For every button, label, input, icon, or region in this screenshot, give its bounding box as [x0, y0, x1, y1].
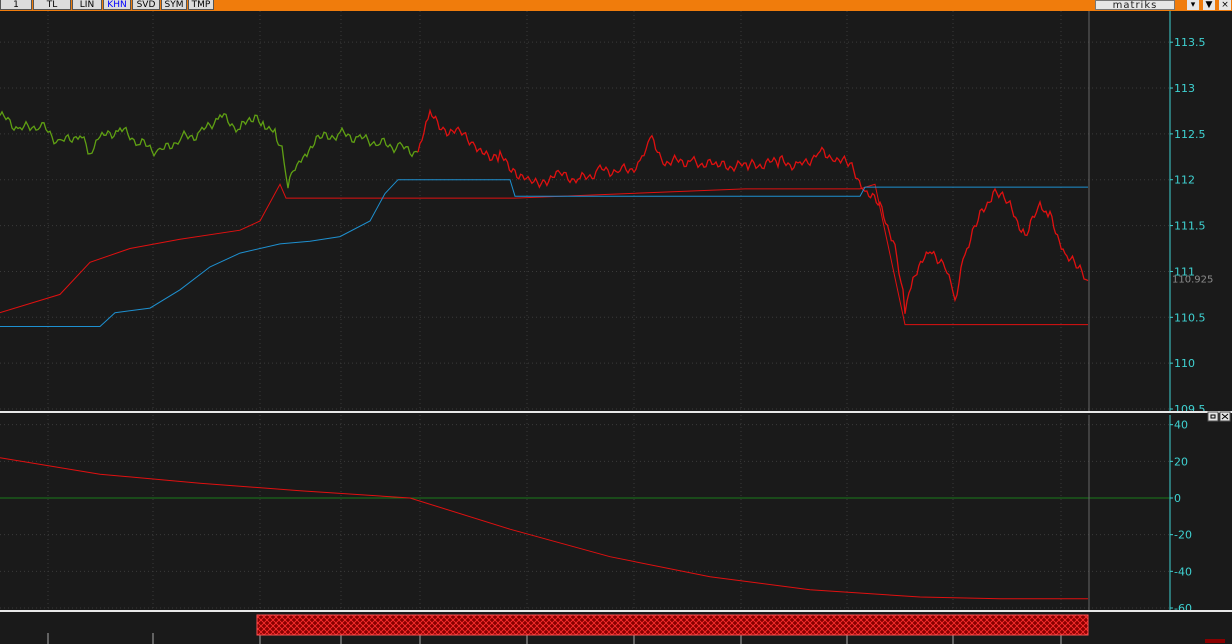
time-range-selector[interactable] [256, 614, 1089, 636]
osc-series-0 [0, 457, 1088, 600]
tab-1[interactable]: 1 [0, 0, 32, 10]
tab-tl[interactable]: TL [33, 0, 71, 10]
panel-divider-gap [0, 413, 1232, 415]
price-tick-label: 113 [1174, 82, 1195, 95]
osc-tick-label: 20 [1174, 455, 1188, 468]
oscillator-axis: 40200-20-40-60 [1169, 415, 1192, 615]
panel-divider-bottom [0, 610, 1232, 612]
restore-panel-icon[interactable] [1207, 411, 1219, 422]
panel-chrome [0, 411, 1232, 644]
scroll-down-icon[interactable]: ▼ [1203, 0, 1215, 10]
price-tick-label: 110 [1174, 357, 1195, 370]
toolbar-tabs: 1 TL LIN KHN SVD SYM TMP [0, 0, 215, 11]
price-tick-label: 112.5 [1174, 128, 1206, 141]
osc-tick-label: 0 [1174, 492, 1181, 505]
tab-sym[interactable]: SYM [161, 0, 187, 10]
brand-logo: matriks [1095, 0, 1175, 11]
scroll-indicator [1205, 639, 1225, 643]
price-tick-label: 110.5 [1174, 311, 1206, 324]
last-value-label: 110.925 [1172, 274, 1213, 285]
price-series-1 [417, 108, 1089, 314]
osc-tick-label: -20 [1174, 529, 1192, 542]
band-series-1 [0, 179, 1088, 327]
oscillator-panel [0, 457, 1088, 600]
chart-area[interactable]: 113.5113112.5112111.5111110.5110109.5110… [0, 11, 1232, 644]
band-series-0 [0, 183, 1088, 326]
panel-divider-top [0, 411, 1232, 413]
osc-tick-label: 40 [1174, 419, 1188, 432]
tab-khn[interactable]: KHN [103, 0, 131, 10]
dropdown-icon[interactable]: ▾ [1187, 0, 1199, 10]
price-tick-label: 111.5 [1174, 220, 1206, 233]
tab-lin[interactable]: LIN [72, 0, 102, 10]
grid-lines [0, 11, 1170, 611]
price-axis: 113.5113112.5112111.5111110.5110109.5110… [1169, 11, 1213, 416]
close-icon[interactable]: × [1219, 0, 1231, 10]
price-panel [0, 108, 1089, 327]
osc-tick-label: -40 [1174, 565, 1192, 578]
price-series-0 [0, 110, 419, 189]
tab-tmp[interactable]: TMP [188, 0, 214, 10]
price-tick-label: 113.5 [1174, 36, 1206, 49]
tab-svd[interactable]: SVD [132, 0, 160, 10]
price-tick-label: 112 [1174, 174, 1195, 187]
